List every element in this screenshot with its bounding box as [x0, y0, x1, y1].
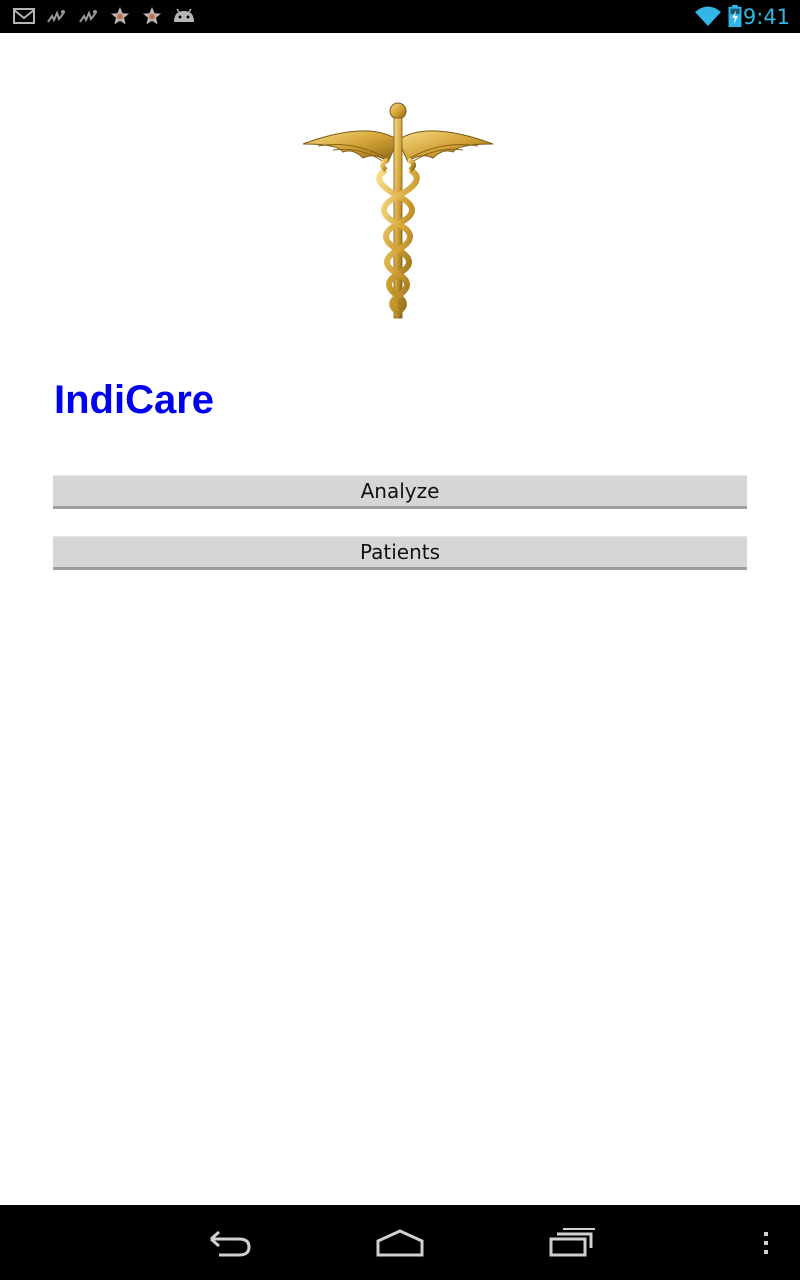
back-icon — [210, 1230, 251, 1257]
patients-button[interactable]: Patients — [53, 536, 747, 570]
navigation-bar — [0, 1205, 800, 1280]
android-icon — [174, 8, 194, 22]
star-icon — [111, 7, 129, 25]
wifi-icon — [695, 6, 721, 26]
signal-app-icon — [47, 10, 65, 23]
recent-apps-button[interactable] — [542, 1223, 602, 1263]
recent-apps-icon — [549, 1228, 595, 1257]
back-button[interactable] — [200, 1223, 260, 1263]
analyze-button[interactable]: Analyze — [53, 475, 747, 509]
app-title: IndiCare — [54, 378, 215, 422]
home-icon — [376, 1229, 424, 1257]
home-button[interactable] — [370, 1223, 430, 1263]
star-icon — [143, 7, 161, 25]
battery-charging-icon — [728, 4, 742, 28]
status-bar: 9:41 — [0, 0, 800, 33]
caduceus-icon — [302, 102, 494, 319]
overflow-menu-button[interactable] — [736, 1223, 796, 1263]
gmail-icon — [13, 8, 35, 24]
app-screen: 9:41 IndiCare Analyze Patients — [0, 0, 800, 1280]
status-time: 9:41 — [742, 5, 790, 29]
signal-app-icon — [79, 10, 97, 23]
overflow-menu-icon — [764, 1232, 768, 1254]
